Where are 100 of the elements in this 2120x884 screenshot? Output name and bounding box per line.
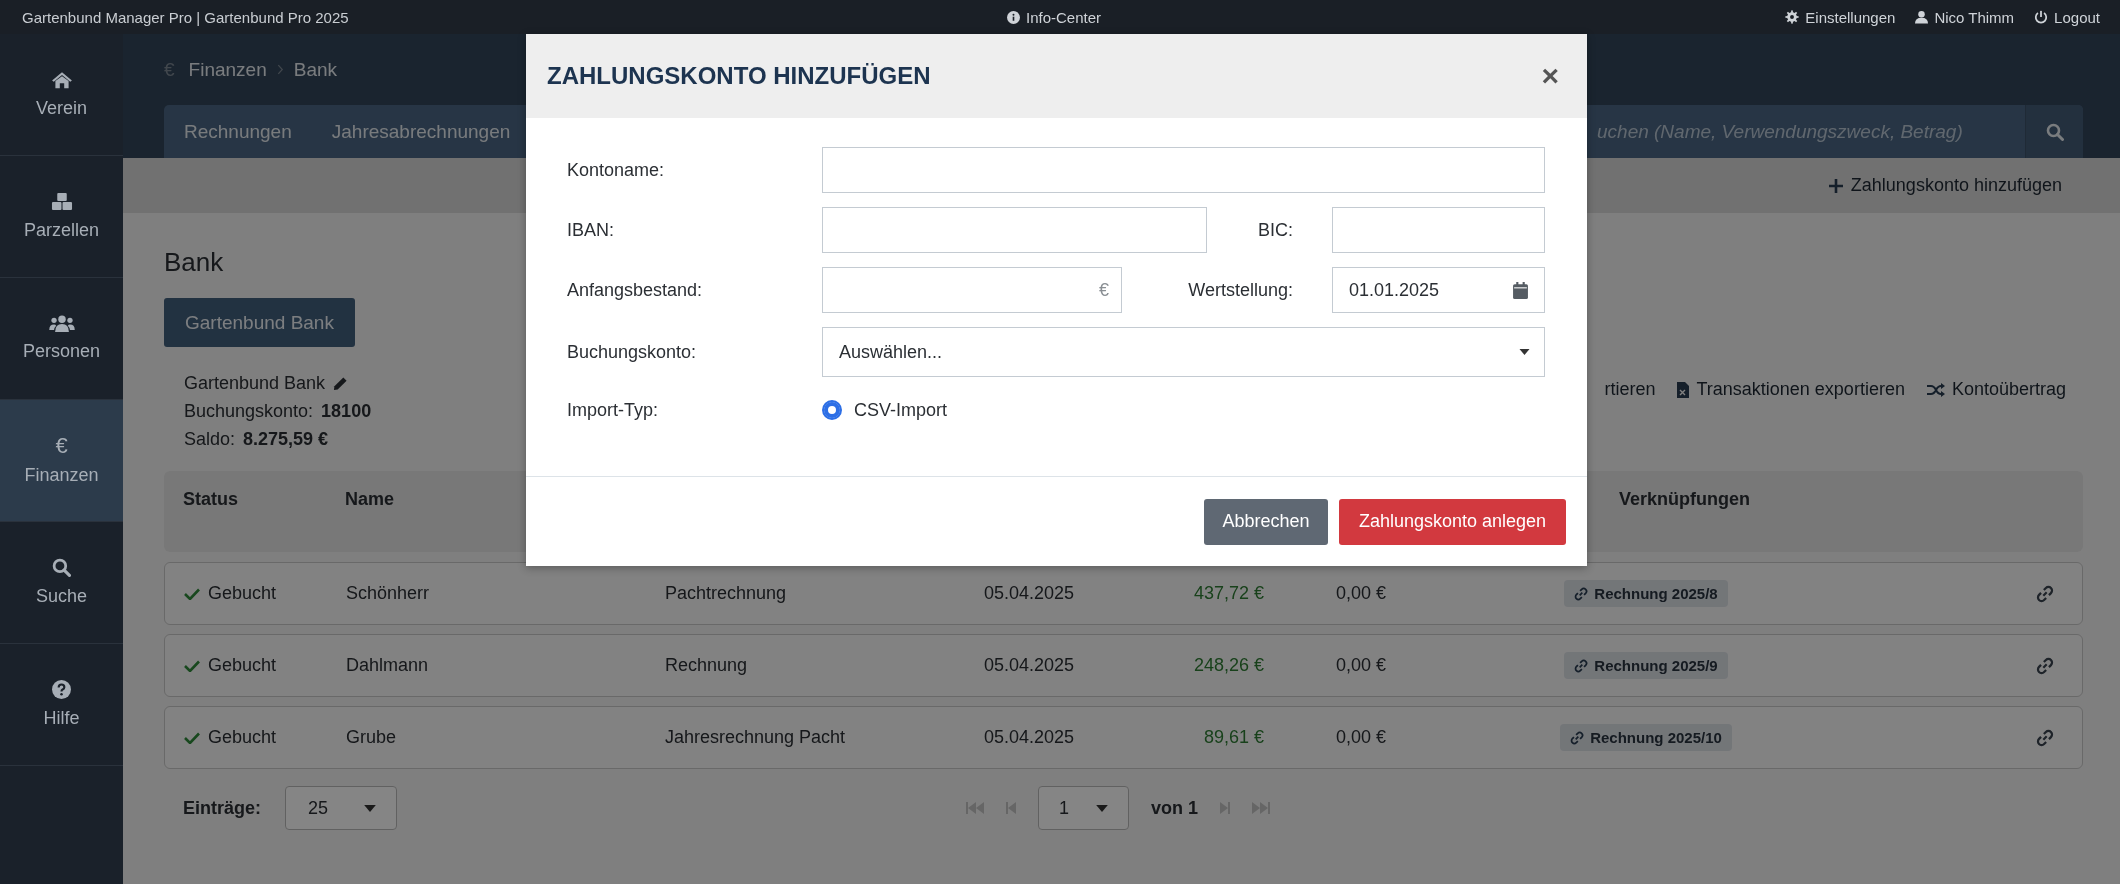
breadcrumb-link[interactable]: Finanzen: [188, 58, 267, 81]
shuffle-icon: [1926, 382, 1945, 397]
table-cell: Gebucht: [208, 727, 277, 748]
app-title: Gartenbund Manager Pro | Gartenbund Pro 2025: [22, 8, 349, 26]
table-cell-text: Jahresrechnung Pacht: [665, 727, 847, 748]
invoice-link-tag[interactable]: Rechnung 2025/8: [1564, 580, 1728, 607]
table-cell-text: Dahlmann: [346, 655, 430, 676]
home-icon: [50, 70, 73, 89]
search-icon: [52, 558, 71, 577]
check-icon: [184, 587, 200, 600]
column-header: Name: [345, 489, 396, 510]
tab[interactable]: Jahresabrechnungen: [311, 120, 531, 143]
search-icon: [2045, 122, 2064, 141]
plus-icon: [1828, 178, 1843, 193]
table-cell: Gebucht: [208, 655, 277, 676]
add-account-link[interactable]: Zahlungskonto hinzufügen: [1828, 175, 2062, 196]
column-header: Status: [183, 489, 239, 510]
radio-button[interactable]: [822, 400, 842, 420]
user-icon: [1915, 10, 1929, 24]
info-icon: [1007, 10, 1020, 24]
invoice-link-tag[interactable]: Rechnung 2025/10: [1560, 724, 1732, 751]
page-heading: Bank: [164, 246, 225, 279]
caret-icon: [1096, 804, 1108, 812]
search-button[interactable]: [2025, 105, 2083, 158]
table-cell-text: Schönherr: [346, 583, 431, 604]
field-label: Buchungskonto:: [567, 341, 698, 363]
iban-field[interactable]: [822, 207, 1207, 253]
table-row[interactable]: Gebucht Dahlmann Rechnung 05.04.2025 248,26 € 0,00 € Rechnung 2025/9: [164, 634, 2083, 697]
date-field[interactable]: 01.01.2025: [1332, 267, 1545, 313]
link-icon: [1574, 658, 1589, 673]
radio-label[interactable]: CSV-Import: [854, 399, 948, 421]
table-row[interactable]: Gebucht Grube Jahresrechnung Pacht 05.04.2025 89,61 € 0,00 € Rechnung 2025/10: [164, 706, 2083, 769]
link-icon: [1570, 730, 1585, 745]
table-cell-text: Rechnung: [665, 655, 749, 676]
chevron-icon: [276, 64, 284, 75]
caret-icon: [1519, 349, 1530, 355]
action-link[interactable]: rtieren: [1604, 379, 1656, 400]
previous-page-icon[interactable]: [1006, 802, 1016, 814]
table-cell: 437,72 €: [1193, 583, 1264, 604]
top-bar-link[interactable]: Nico Thimm: [1915, 8, 2015, 26]
action-link[interactable]: Kontoübertrag: [1926, 379, 2066, 400]
help-icon: [52, 680, 71, 699]
euro-icon: €: [55, 435, 68, 456]
account-tab[interactable]: Gartenbund Bank: [164, 298, 355, 347]
table-cell-text: 0,00 €: [1335, 727, 1388, 748]
table-cell-text: 0,00 €: [1335, 583, 1388, 604]
link-icon[interactable]: [2036, 656, 2054, 675]
table-cell-text: Pachtrechnung: [665, 583, 788, 604]
page-size-select[interactable]: 25: [285, 786, 397, 830]
table-cell: 89,61 €: [1203, 727, 1264, 748]
next-page-icon[interactable]: [1220, 802, 1230, 814]
link-icon[interactable]: [2036, 728, 2054, 747]
table-cell: 248,26 €: [1193, 655, 1264, 676]
gear-icon: [1785, 10, 1800, 24]
field-label: BIC:: [1257, 219, 1294, 241]
info-center-link[interactable]: Info-Center: [1007, 8, 1102, 26]
check-icon: [184, 731, 200, 744]
people-icon: [48, 315, 75, 332]
booking-account-select[interactable]: Auswählen...: [822, 327, 1545, 377]
table-cell-text: 05.04.2025: [984, 655, 1076, 676]
field-label: IBAN:: [567, 219, 615, 241]
account-name: Gartenbund Bank: [184, 372, 326, 395]
table-row[interactable]: Gebucht Schönherr Pachtrechnung 05.04.2025 437,72 € 0,00 € Rechnung 2025/8: [164, 562, 2083, 625]
bic-field[interactable]: [1332, 207, 1545, 253]
cancel-button[interactable]: Abbrechen: [1204, 498, 1328, 545]
page-count: von 1: [1151, 797, 1198, 819]
pencil-icon[interactable]: [333, 375, 349, 391]
caret-icon: [364, 804, 376, 812]
close-button[interactable]: ×: [1537, 59, 1563, 93]
top-bar-link[interactable]: Logout: [2034, 8, 2100, 26]
account-name-field[interactable]: [822, 147, 1545, 193]
spreadsheet-file-icon: [1677, 381, 1690, 398]
first-page-icon[interactable]: [966, 802, 984, 814]
boxes-icon: [50, 192, 73, 211]
top-bar-link[interactable]: Einstellungen: [1785, 8, 1896, 26]
table-cell-text: Grube: [346, 727, 398, 748]
invoice-link-tag[interactable]: Rechnung 2025/9: [1564, 652, 1728, 679]
column-header: Verknüpfungen: [1619, 489, 1750, 510]
field-label: Anfangsbestand:: [567, 279, 704, 301]
link-icon: [1574, 586, 1589, 601]
euro-icon: €: [164, 58, 175, 81]
page-select[interactable]: 1: [1038, 786, 1129, 830]
dialog-title: ZAHLUNGSKONTO HINZUFÜGEN: [547, 62, 931, 90]
opening-balance-field[interactable]: €: [822, 267, 1122, 313]
breadcrumb-link[interactable]: Bank: [293, 58, 338, 81]
calendar-icon: [1513, 281, 1528, 299]
tab[interactable]: Rechnungen: [164, 120, 312, 143]
entries-label: Einträge:: [183, 797, 261, 819]
action-link[interactable]: Transaktionen exportieren: [1677, 379, 1905, 400]
field-label: Import-Typ:: [567, 399, 660, 421]
field-label: Wertstellung:: [1187, 279, 1294, 301]
last-page-icon[interactable]: [1252, 802, 1270, 814]
booking-account-text: Buchungskonto: 18100: [184, 400, 372, 423]
link-icon[interactable]: [2036, 584, 2054, 603]
balance-text: Saldo: 8.275,59 €: [184, 428, 330, 451]
sidebar-item[interactable]: € Finanzen: [0, 400, 123, 522]
search-field[interactable]: uchen (Name, Verwendungszweck, Betrag): [1585, 120, 2025, 143]
table-cell-text: 0,00 €: [1335, 655, 1388, 676]
create-button[interactable]: Zahlungskonto anlegen: [1339, 498, 1566, 545]
check-icon: [184, 659, 200, 672]
